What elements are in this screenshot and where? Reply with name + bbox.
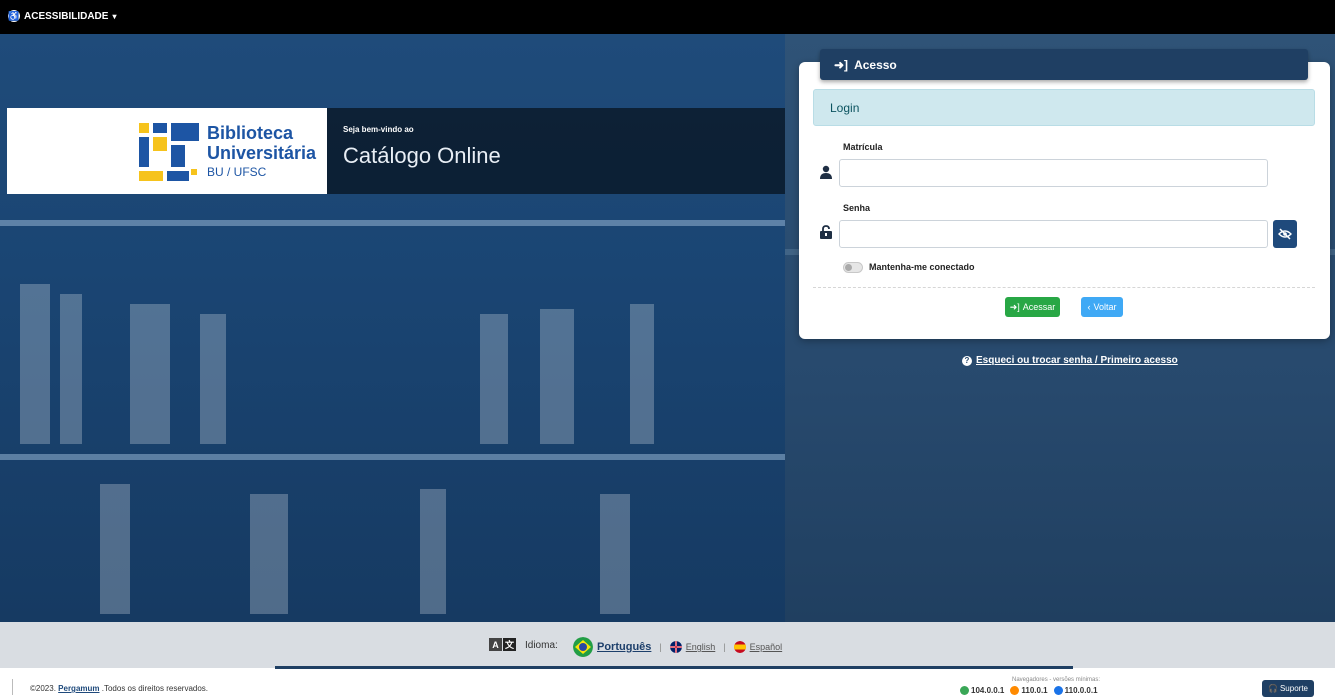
browser-version-text: 104.0.0.1 [971, 686, 1005, 695]
book-shape [480, 314, 508, 444]
shelf-line [0, 454, 785, 460]
remember-me-label: Mantenha-me conectado [869, 262, 975, 272]
book-shape [250, 494, 288, 614]
language-option-spanish[interactable]: Español [733, 641, 783, 653]
shelf-line [0, 220, 785, 226]
sign-in-icon: ➜] [1009, 301, 1020, 312]
separator: | [659, 642, 662, 652]
uk-flag-icon [669, 641, 682, 653]
login-card-header-label: Acesso [854, 58, 897, 72]
book-shape [130, 304, 170, 444]
top-bar: ♿ ACESSIBILIDADE ▾ [0, 0, 1335, 34]
chrome-version: 104.0.0.1 [960, 686, 1004, 695]
page-title: Catálogo Online [343, 143, 501, 168]
forgot-password-row: ? Esqueci ou trocar senha / Primeiro ace… [962, 355, 1178, 366]
book-shape [60, 294, 82, 444]
toggle-password-visibility-button[interactable] [1273, 220, 1297, 248]
login-card-header-title: ➜] Acesso [834, 58, 897, 72]
logo-subtitle: BU / UFSC [207, 165, 267, 179]
language-option-portuguese[interactable]: Português [573, 637, 651, 657]
edge-version: 110.0.0.1 [1053, 686, 1098, 695]
browser-version-text: 110.0.0.1 [1064, 686, 1098, 695]
divider [813, 287, 1315, 288]
browser-versions: 104.0.0.1 110.0.1 110.0.0.1 [960, 686, 1098, 695]
letter-a-glyph: A [489, 638, 502, 651]
lock-open-icon [820, 225, 832, 239]
chrome-icon [960, 686, 969, 695]
language-option-label: Português [597, 641, 652, 653]
book-shape [200, 314, 226, 444]
sign-in-icon: ➜] [834, 58, 849, 72]
accessibility-menu-button[interactable]: ♿ ACESSIBILIDADE ▾ [8, 10, 116, 22]
logo-title-line2: Universitária [207, 143, 317, 163]
chevron-down-icon: ▾ [112, 11, 117, 21]
user-icon [820, 165, 832, 179]
firefox-icon [1010, 686, 1020, 695]
toggle-knob [845, 264, 852, 271]
support-button[interactable]: 🎧 Suporte [1262, 680, 1314, 697]
book-shape [100, 484, 130, 614]
book-shape [20, 284, 50, 444]
spain-flag-icon [733, 641, 746, 653]
senha-input[interactable] [839, 220, 1268, 248]
language-options: Português | English | Español [573, 637, 782, 657]
senha-label: Senha [843, 203, 871, 213]
forgot-password-link[interactable]: Esqueci ou trocar senha / Primeiro acess… [976, 355, 1178, 366]
pergamum-link[interactable]: Pergamum [58, 684, 99, 693]
browsers-title: Navegadores - versões mínimas: [1012, 677, 1101, 683]
book-shape [540, 309, 574, 444]
brazil-flag-icon [573, 637, 593, 657]
edge-icon [1053, 686, 1063, 695]
copyright-text: ©2023. Pergamum .Todos os direitos reser… [30, 684, 208, 693]
matricula-label: Matrícula [843, 142, 883, 152]
login-alert-text: Login [830, 101, 860, 115]
language-strip [275, 666, 1073, 669]
copyright-prefix: ©2023. [30, 684, 56, 693]
access-button-label: Acessar [1022, 302, 1056, 312]
headset-icon: 🎧 [1268, 684, 1278, 693]
language-option-label: English [685, 642, 716, 652]
matricula-input[interactable] [839, 159, 1268, 187]
firefox-version: 110.0.1 [1010, 686, 1048, 695]
book-shape [630, 304, 654, 444]
library-logo-icon [139, 123, 199, 181]
browser-version-text: 110.0.1 [1021, 686, 1048, 695]
book-shape [420, 489, 446, 614]
back-button-label: Voltar [1093, 302, 1117, 312]
accessibility-label: ACESSIBILIDADE [24, 10, 109, 22]
access-button[interactable]: ➜] Acessar [1005, 297, 1060, 317]
copyright-suffix: .Todos os direitos reservados. [101, 684, 209, 693]
back-button[interactable]: ‹ Voltar [1081, 297, 1123, 317]
translate-icon: A 文 [489, 638, 516, 651]
login-alert: Login [813, 89, 1315, 126]
logo-title-line1: Biblioteca [207, 123, 294, 143]
language-option-label: Español [749, 642, 783, 652]
letter-z-glyph: 文 [503, 638, 516, 651]
language-label: Idioma: [525, 640, 558, 651]
book-shape [600, 494, 630, 614]
footer-divider [12, 679, 13, 695]
support-button-label: Suporte [1279, 684, 1308, 693]
separator: | [723, 642, 726, 652]
language-option-english[interactable]: English [669, 641, 716, 653]
welcome-text: Seja bem-vindo ao [343, 125, 414, 134]
remember-me-toggle[interactable] [843, 262, 863, 273]
chevron-left-icon: ‹ [1087, 302, 1091, 312]
question-circle-icon: ? [962, 355, 972, 366]
eye-slash-icon [1278, 228, 1292, 240]
accessibility-icon: ♿ [8, 10, 20, 22]
